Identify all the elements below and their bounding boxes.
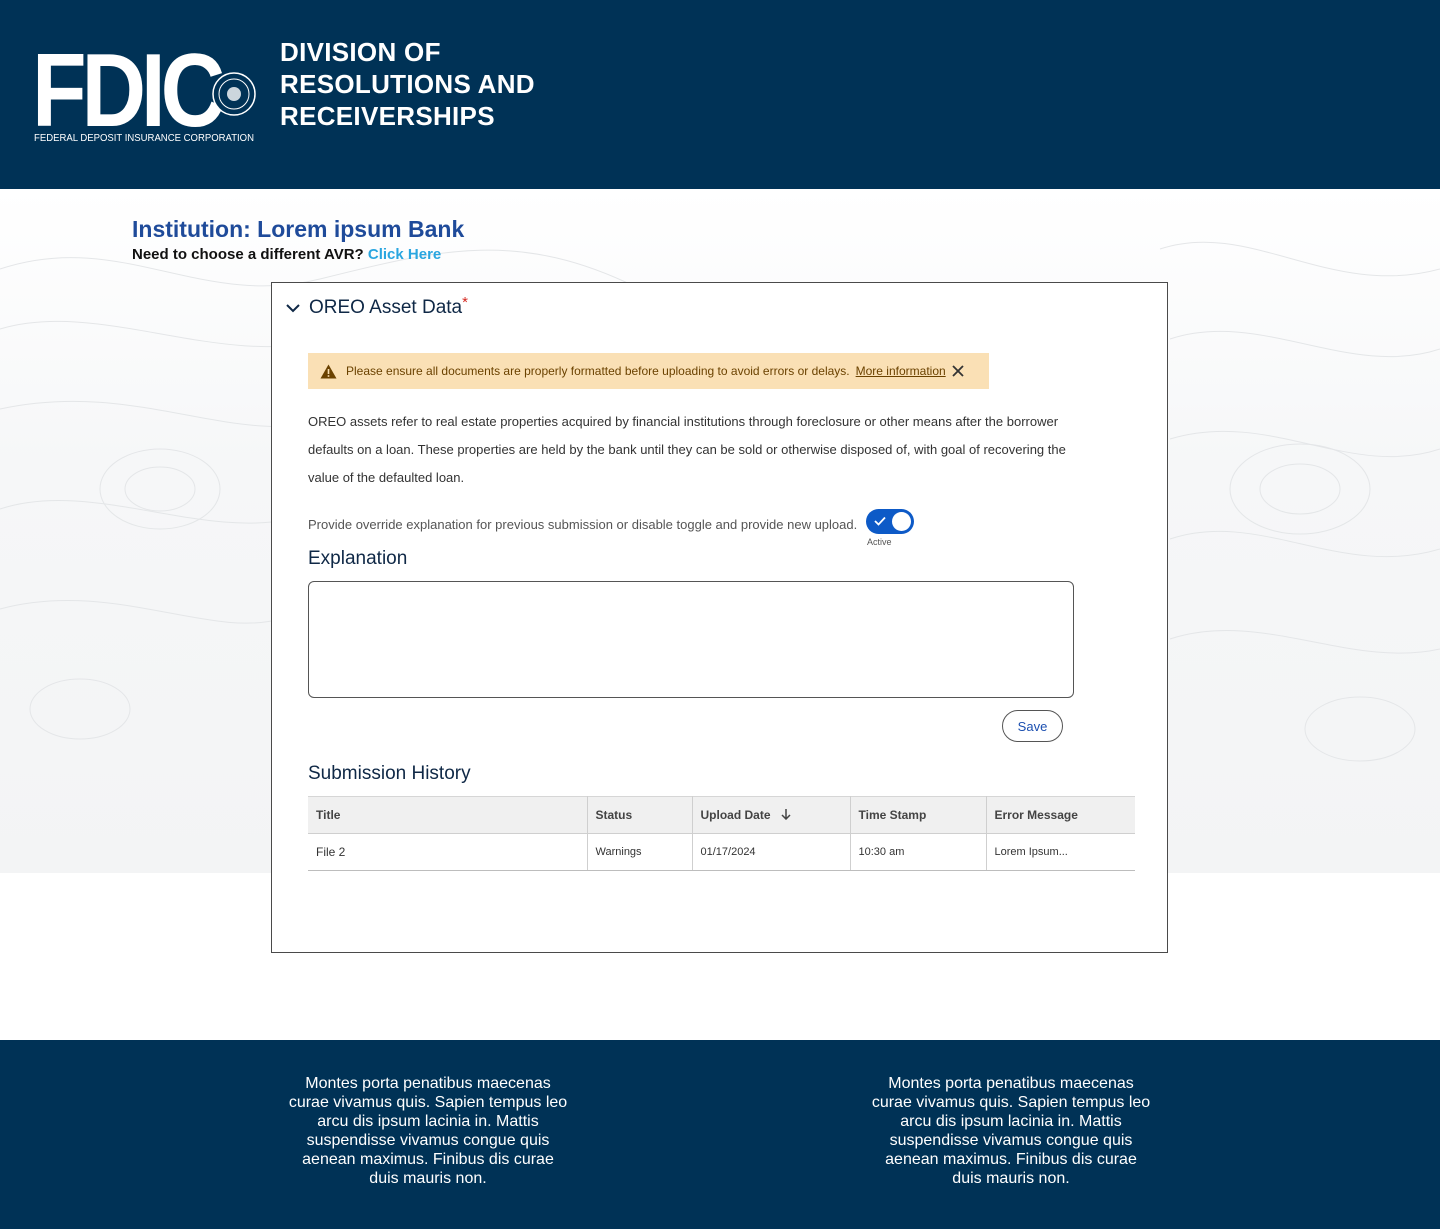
footer-text-left: Montes porta penatibus maecenas curae vi… — [288, 1075, 568, 1187]
column-header-error-message[interactable]: Error Message — [986, 796, 1135, 834]
toggle-knob — [892, 512, 912, 531]
cell-time-stamp: 10:30 am — [850, 833, 987, 871]
cell-upload-date: 01/17/2024 — [692, 833, 851, 871]
site-header: FDIC FEDERAL DEPOSIT INSURANCE CORPORATI… — [0, 0, 1440, 189]
fdic-logo-mark: FDIC FEDERAL DEPOSIT INSURANCE CORPORATI… — [34, 40, 256, 144]
oreo-asset-card: OREO Asset Data * Please ensure all docu… — [271, 282, 1168, 953]
column-header-upload-date[interactable]: Upload Date — [692, 796, 851, 834]
column-header-label: Time Stamp — [858, 808, 927, 822]
check-icon — [874, 516, 886, 526]
cell-error-message: Lorem Ipsum... — [986, 833, 1135, 871]
override-toggle[interactable] — [866, 509, 915, 534]
svg-text:FEDERAL DEPOSIT INSURANCE CORP: FEDERAL DEPOSIT INSURANCE CORPORATION — [34, 133, 254, 144]
accordion-header[interactable]: OREO Asset Data * — [284, 293, 468, 319]
division-line: RESOLUTIONS AND — [280, 69, 535, 99]
table-header-row: Title Status Upload Date Time Stamp Erro… — [308, 796, 1135, 834]
required-asterisk: * — [462, 293, 468, 311]
more-information-link[interactable]: More information — [856, 364, 946, 378]
explanation-textarea[interactable] — [308, 581, 1074, 698]
division-title: DIVISION OF RESOLUTIONS AND RECEIVERSHIP… — [280, 36, 580, 132]
alert-message: Please ensure all documents are properly… — [346, 364, 850, 378]
column-header-time-stamp[interactable]: Time Stamp — [850, 796, 987, 834]
save-button[interactable]: Save — [1002, 710, 1063, 742]
toggle-wrapper: Active — [866, 509, 915, 547]
division-line: RECEIVERSHIPS — [280, 101, 495, 131]
click-here-link[interactable]: Click Here — [368, 246, 441, 263]
column-header-title[interactable]: Title — [308, 796, 588, 834]
explanation-label: Explanation — [308, 548, 408, 569]
submission-history-label: Submission History — [308, 763, 471, 784]
table-row[interactable]: File 2 Warnings 01/17/2024 10:30 am Lore… — [308, 833, 1135, 871]
toggle-state-label: Active — [866, 537, 892, 547]
site-footer: Montes porta penatibus maecenas curae vi… — [0, 1040, 1440, 1229]
choose-avr-text: Need to choose a different AVR? — [132, 246, 364, 263]
column-header-label: Status — [595, 808, 633, 822]
override-toggle-row: Provide override explanation for previou… — [308, 509, 915, 547]
column-header-status[interactable]: Status — [587, 796, 693, 834]
toggle-label: Provide override explanation for previou… — [308, 517, 858, 532]
cell-title: File 2 — [308, 833, 588, 871]
close-icon[interactable] — [952, 365, 964, 377]
institution-title: Institution: Lorem ipsum Bank — [132, 216, 465, 242]
column-header-label: Error Message — [994, 808, 1078, 822]
accordion-title: OREO Asset Data — [309, 297, 463, 318]
warning-icon — [320, 364, 337, 378]
svg-text:FDIC: FDIC — [34, 40, 223, 144]
footer-text-right: Montes porta penatibus maecenas curae vi… — [871, 1075, 1151, 1187]
submission-history-table: Title Status Upload Date Time Stamp Erro… — [308, 796, 1135, 871]
column-header-label: Title — [316, 808, 341, 822]
fdic-logo[interactable]: FDIC FEDERAL DEPOSIT INSURANCE CORPORATI… — [34, 40, 256, 144]
sort-arrow-down-icon[interactable] — [780, 809, 791, 820]
oreo-description: OREO assets refer to real estate propert… — [308, 414, 1066, 485]
cell-status: Warnings — [587, 833, 693, 871]
choose-avr-prompt: Need to choose a different AVR? Click He… — [132, 246, 441, 263]
chevron-down-icon — [286, 304, 300, 313]
column-header-label: Upload Date — [700, 808, 771, 822]
division-line: DIVISION OF — [280, 37, 441, 67]
warning-alert: Please ensure all documents are properly… — [308, 353, 989, 389]
